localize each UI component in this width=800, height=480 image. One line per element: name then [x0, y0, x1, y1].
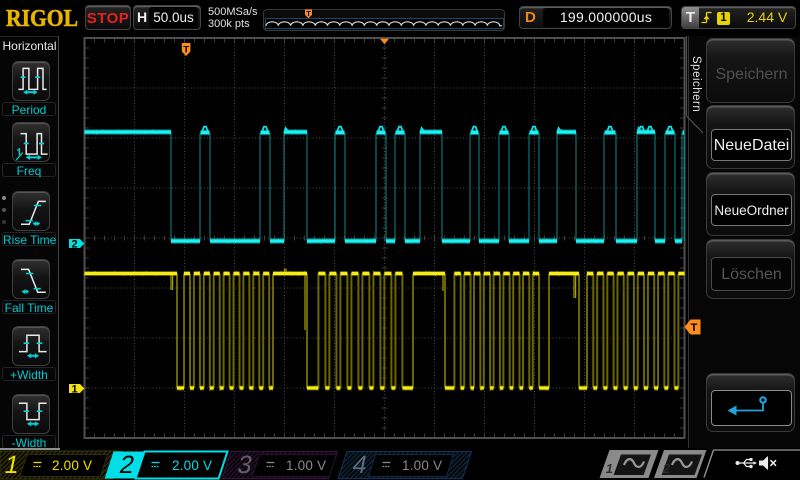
svg-text:T: T: [306, 9, 311, 18]
svg-text:2: 2: [72, 238, 78, 250]
svg-text:1: 1: [72, 383, 78, 395]
svg-text:T: T: [183, 45, 189, 56]
svg-text:T: T: [691, 322, 698, 334]
